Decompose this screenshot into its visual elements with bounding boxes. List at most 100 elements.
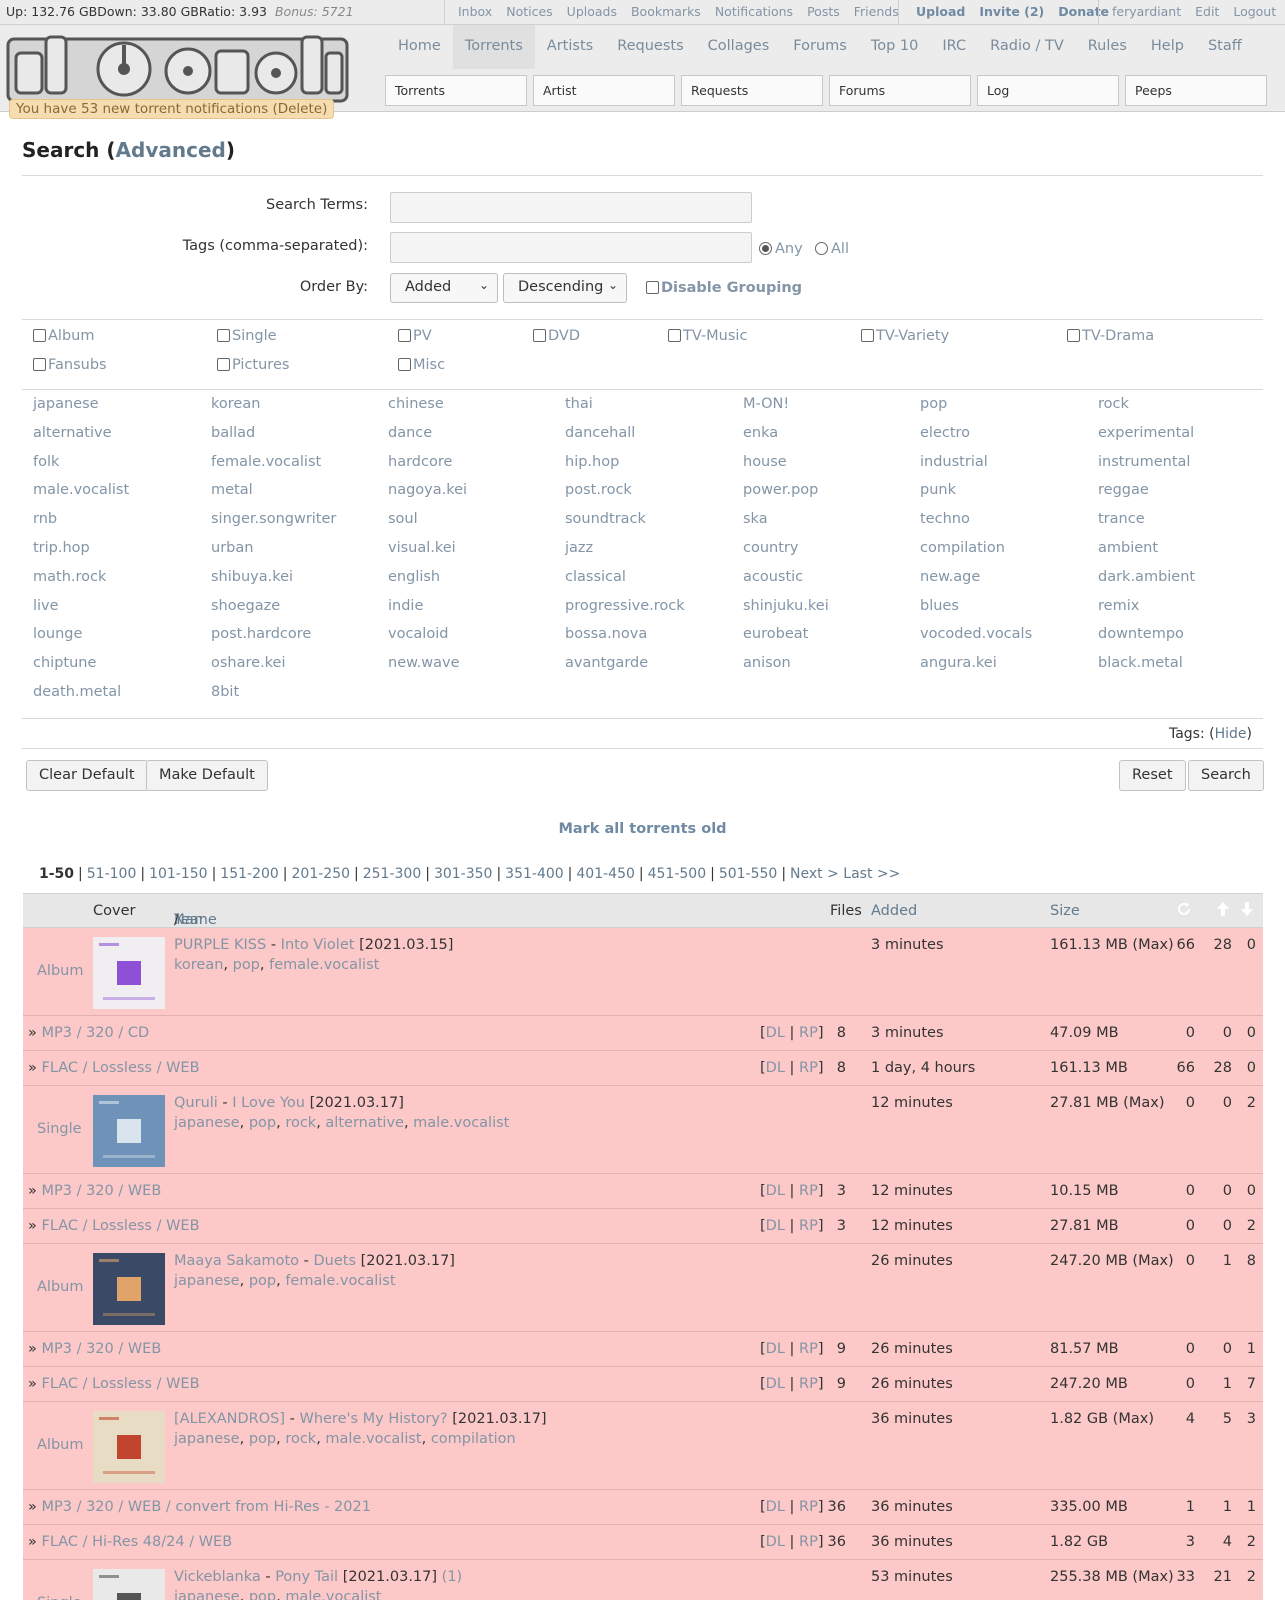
tag-link[interactable]: chiptune bbox=[33, 655, 96, 671]
user-menu-item[interactable]: Upload bbox=[909, 0, 972, 25]
tag-link[interactable]: rnb bbox=[33, 511, 57, 527]
page-link[interactable]: 301-350 bbox=[434, 866, 493, 882]
tag-link[interactable]: angura.kei bbox=[920, 655, 997, 671]
user-menu-item[interactable]: Notices bbox=[499, 0, 559, 25]
category-checkbox[interactable]: TV-Variety bbox=[861, 328, 949, 344]
tag-link[interactable]: ballad bbox=[211, 425, 255, 441]
tag-link[interactable]: ambient bbox=[1098, 540, 1158, 556]
tag-link[interactable]: classical bbox=[565, 569, 626, 585]
reset-button[interactable]: Reset bbox=[1119, 760, 1186, 791]
album-cover[interactable] bbox=[93, 1095, 165, 1167]
tag-link[interactable]: new.age bbox=[920, 569, 980, 585]
tag-link[interactable]: compilation bbox=[431, 1431, 516, 1447]
page-link[interactable]: 451-500 bbox=[648, 866, 707, 882]
tag-link[interactable]: trip.hop bbox=[33, 540, 90, 556]
tag-link[interactable]: experimental bbox=[1098, 425, 1194, 441]
tag-link[interactable]: rock bbox=[285, 1115, 316, 1131]
tag-link[interactable]: pop bbox=[233, 957, 260, 973]
category-checkbox[interactable]: Misc bbox=[398, 357, 445, 373]
tag-link[interactable]: shinjuku.kei bbox=[743, 598, 829, 614]
category-checkbox[interactable]: TV-Music bbox=[668, 328, 747, 344]
tag-link[interactable]: shibuya.kei bbox=[211, 569, 293, 585]
tag-link[interactable]: korean bbox=[211, 396, 260, 412]
tag-link[interactable]: pop bbox=[249, 1115, 276, 1131]
tag-link[interactable]: japanese bbox=[33, 396, 99, 412]
tag-link[interactable]: bossa.nova bbox=[565, 626, 647, 642]
tags-input[interactable] bbox=[390, 232, 752, 263]
tag-link[interactable]: male.vocalist bbox=[285, 1589, 381, 1600]
tag-link[interactable]: soul bbox=[388, 511, 418, 527]
radio-all[interactable]: All bbox=[815, 241, 849, 257]
tag-link[interactable]: anison bbox=[743, 655, 791, 671]
tag-link[interactable]: chinese bbox=[388, 396, 444, 412]
tag-link[interactable]: instrumental bbox=[1098, 454, 1190, 470]
nav-item[interactable]: Collages bbox=[696, 25, 782, 69]
search-button[interactable]: Search bbox=[1188, 760, 1264, 791]
tag-link[interactable]: enka bbox=[743, 425, 778, 441]
mark-all-old-link[interactable]: Mark all torrents old bbox=[0, 821, 1285, 837]
tag-link[interactable]: japanese bbox=[174, 1115, 240, 1131]
download-link[interactable]: DL bbox=[766, 1025, 785, 1041]
tag-link[interactable]: female.vocalist bbox=[285, 1273, 395, 1289]
category-checkbox[interactable]: Album bbox=[33, 328, 94, 344]
disable-grouping-checkbox[interactable]: Disable Grouping bbox=[646, 280, 802, 296]
quick-search-input[interactable]: Forums bbox=[829, 75, 971, 106]
album-link[interactable]: Pony Tail bbox=[275, 1569, 338, 1585]
album-cover[interactable] bbox=[93, 1411, 165, 1483]
artist-link[interactable]: Maaya Sakamoto bbox=[174, 1253, 299, 1269]
edition-name[interactable]: » MP3 / 320 / CD bbox=[28, 1025, 149, 1041]
download-link[interactable]: DL bbox=[766, 1499, 785, 1515]
tag-link[interactable]: remix bbox=[1098, 598, 1139, 614]
nav-item[interactable]: Radio / TV bbox=[978, 25, 1076, 69]
sort-added-link[interactable]: Added bbox=[871, 903, 917, 919]
tag-link[interactable]: eurobeat bbox=[743, 626, 808, 642]
tag-link[interactable]: electro bbox=[920, 425, 970, 441]
album-cover[interactable] bbox=[93, 1253, 165, 1325]
tag-link[interactable]: japanese bbox=[174, 1589, 240, 1600]
sort-size-link[interactable]: Size bbox=[1050, 903, 1080, 919]
tag-link[interactable]: hardcore bbox=[388, 454, 452, 470]
tag-link[interactable]: shoegaze bbox=[211, 598, 280, 614]
tag-link[interactable]: male.vocalist bbox=[325, 1431, 421, 1447]
tag-link[interactable]: japanese bbox=[174, 1431, 240, 1447]
page-link[interactable]: 101-150 bbox=[149, 866, 208, 882]
download-link[interactable]: DL bbox=[766, 1218, 785, 1234]
tag-link[interactable]: reggae bbox=[1098, 482, 1149, 498]
tag-link[interactable]: post.rock bbox=[565, 482, 632, 498]
comment-count-link[interactable]: (1) bbox=[442, 1569, 463, 1585]
artist-link[interactable]: [ALEXANDROS] bbox=[174, 1411, 285, 1427]
user-menu-item[interactable]: Edit bbox=[1188, 0, 1226, 25]
edition-name[interactable]: » MP3 / 320 / WEB bbox=[28, 1183, 161, 1199]
nav-item[interactable]: Torrents bbox=[452, 25, 535, 69]
download-link[interactable]: DL bbox=[766, 1060, 785, 1076]
tag-link[interactable]: singer.songwriter bbox=[211, 511, 336, 527]
nav-item[interactable]: Staff bbox=[1196, 25, 1254, 69]
tag-link[interactable]: country bbox=[743, 540, 798, 556]
album-link[interactable]: I Love You bbox=[232, 1095, 305, 1111]
tag-link[interactable]: rock bbox=[1098, 396, 1129, 412]
download-link[interactable]: DL bbox=[766, 1341, 785, 1357]
page-next-link[interactable]: Next > bbox=[790, 866, 839, 882]
tag-link[interactable]: trance bbox=[1098, 511, 1145, 527]
make-default-button[interactable]: Make Default bbox=[146, 760, 268, 791]
tag-link[interactable]: dark.ambient bbox=[1098, 569, 1195, 585]
order-direction-select[interactable]: Descending ⌄ bbox=[503, 273, 627, 303]
quick-search-input[interactable]: Peeps bbox=[1125, 75, 1267, 106]
user-menu-item[interactable]: Inbox bbox=[451, 0, 499, 25]
user-menu-item[interactable]: Invite (2) bbox=[972, 0, 1051, 25]
category-checkbox[interactable]: Fansubs bbox=[33, 357, 107, 373]
tag-link[interactable]: acoustic bbox=[743, 569, 803, 585]
radio-any[interactable]: Any bbox=[759, 241, 803, 257]
edition-name[interactable]: » MP3 / 320 / WEB / convert from Hi-Res … bbox=[28, 1499, 371, 1515]
edition-name[interactable]: » MP3 / 320 / WEB bbox=[28, 1341, 161, 1357]
tag-link[interactable]: soundtrack bbox=[565, 511, 646, 527]
tag-link[interactable]: alternative bbox=[33, 425, 112, 441]
category-checkbox[interactable]: PV bbox=[398, 328, 432, 344]
hide-tags-link[interactable]: Hide bbox=[1215, 726, 1247, 742]
artist-link[interactable]: PURPLE KISS bbox=[174, 937, 266, 953]
snatches-icon[interactable] bbox=[1176, 901, 1192, 921]
tag-link[interactable]: house bbox=[743, 454, 787, 470]
tag-link[interactable]: M-ON! bbox=[743, 396, 789, 412]
tag-link[interactable]: visual.kei bbox=[388, 540, 456, 556]
tag-link[interactable]: male.vocalist bbox=[413, 1115, 509, 1131]
